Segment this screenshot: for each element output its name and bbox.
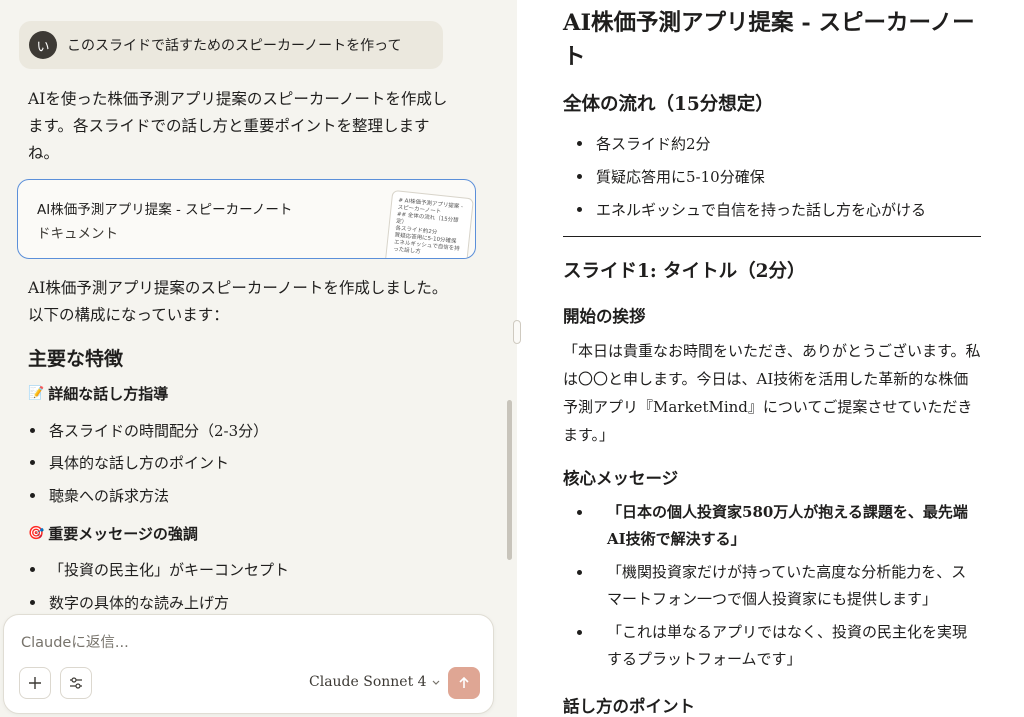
bullet-icon xyxy=(577,510,582,515)
send-button[interactable] xyxy=(448,667,480,699)
assistant-summary: AI株価予測アプリ提案のスピーカーノートを作成しました。以下の構成になっています… xyxy=(28,279,448,324)
list-item: 具体的な話し方のポイント xyxy=(30,452,229,473)
memo-icon: 📝 xyxy=(28,386,45,401)
list-item: 「機関投資家だけが持っていた高度な分析能力を、スマートフォン一つで個人投資家にも… xyxy=(577,559,977,613)
model-name: Claude Sonnet 4 xyxy=(309,674,427,690)
list-item-text: 「機関投資家だけが持っていた高度な分析能力を、スマートフォン一つで個人投資家にも… xyxy=(607,563,967,608)
chat-scrollbar[interactable] xyxy=(507,400,512,560)
bullet-icon xyxy=(577,630,582,635)
assistant-intro: AIを使った株価予測アプリ提案のスピーカーノートを作成します。各スライドでの話し… xyxy=(28,90,448,162)
artifact-title: AI株価予測アプリ提案 - スピーカーノート xyxy=(37,202,293,218)
plus-icon xyxy=(29,677,41,689)
bullet-icon xyxy=(30,600,35,605)
list-item: 各スライドの時間配分（2-3分） xyxy=(30,420,268,441)
feature1-title: 詳細な話し方指導 xyxy=(48,385,169,403)
slide1-heading: スライド1: タイトル（2分） xyxy=(563,261,806,282)
list-item-text: 「これは単なるアプリではなく、投資の民主化を実現するプラットフォームです」 xyxy=(607,623,968,668)
arrow-up-icon xyxy=(459,676,469,688)
bullet-icon xyxy=(577,141,582,146)
target-icon: 🎯 xyxy=(28,526,45,541)
list-item-text: 数字の具体的な読み上げ方 xyxy=(49,594,230,612)
artifact-thumbnail: # AI株価予測アプリ提案 - スピーカーノート ## 全体の流れ（15分想定）… xyxy=(384,189,474,258)
greeting-heading: 開始の挨拶 xyxy=(563,307,646,326)
list-item-text: 聴衆への訴求方法 xyxy=(49,487,170,505)
core-heading: 核心メッセージ xyxy=(563,469,679,488)
bullet-icon xyxy=(577,207,582,212)
list-item-text: 各スライド約2分 xyxy=(596,135,711,153)
bullet-icon xyxy=(30,460,35,465)
panel-resize-handle[interactable] xyxy=(513,320,521,344)
list-item: エネルギッシュで自信を持った話し方を心がける xyxy=(577,199,926,220)
artifact-card[interactable]: AI株価予測アプリ提案 - スピーカーノート ドキュメント # AI株価予測アプ… xyxy=(17,179,476,259)
user-avatar: い xyxy=(29,31,57,59)
chevron-down-icon xyxy=(432,680,440,685)
list-item-text: 質疑応答用に5-10分確保 xyxy=(596,168,765,186)
tips-heading: 話し方のポイント xyxy=(563,697,695,716)
list-item-text: エネルギッシュで自信を持った話し方を心がける xyxy=(596,201,927,219)
bullet-icon xyxy=(30,567,35,572)
bullet-icon xyxy=(577,570,582,575)
chat-panel: い このスライドで話すためのスピーカーノートを作って AIを使った株価予測アプリ… xyxy=(0,0,517,717)
composer: Claude Sonnet 4 xyxy=(3,614,494,714)
bullet-icon xyxy=(30,493,35,498)
list-item-text: 「投資の民主化」がキーコンセプト xyxy=(49,561,290,579)
reply-input[interactable] xyxy=(19,629,463,657)
list-item: 「これは単なるアプリではなく、投資の民主化を実現するプラットフォームです」 xyxy=(577,619,977,673)
list-item: 各スライド約2分 xyxy=(577,133,711,154)
document-panel: AI株価予測アプリ提案 - スピーカーノート 全体の流れ（15分想定） 各スライ… xyxy=(517,0,1024,717)
flow-heading: 全体の流れ（15分想定） xyxy=(563,94,774,115)
list-item-text: 「日本の個人投資家580万人が抱える課題を、最先端AI技術で解決する」 xyxy=(607,503,968,548)
features-heading: 主要な特徴 xyxy=(28,348,124,370)
list-item: 「日本の個人投資家580万人が抱える課題を、最先端AI技術で解決する」 xyxy=(577,499,977,553)
user-message-text: このスライドで話すためのスピーカーノートを作って xyxy=(67,38,402,54)
sliders-icon xyxy=(70,677,82,689)
list-item-text: 具体的な話し方のポイント xyxy=(49,454,230,472)
list-item-text: 各スライドの時間配分（2-3分） xyxy=(49,422,269,440)
greeting-text: 「本日は貴重なお時間をいただき、ありがとうございます。私は〇〇と申します。今日は… xyxy=(563,342,981,444)
divider xyxy=(563,236,981,237)
list-item: 数字の具体的な読み上げ方 xyxy=(30,592,229,613)
bullet-icon xyxy=(577,174,582,179)
list-item: 聴衆への訴求方法 xyxy=(30,485,169,506)
list-item: 「投資の民主化」がキーコンセプト xyxy=(30,559,289,580)
feature1-heading: 📝 詳細な話し方指導 xyxy=(28,383,168,404)
tools-button[interactable] xyxy=(60,667,92,699)
bullet-icon xyxy=(30,428,35,433)
document-title: AI株価予測アプリ提案 - スピーカーノート xyxy=(563,10,975,70)
list-item: 質疑応答用に5-10分確保 xyxy=(577,166,765,187)
artifact-type: ドキュメント xyxy=(37,226,118,242)
user-message: い このスライドで話すためのスピーカーノートを作って xyxy=(19,21,443,69)
feature2-title: 重要メッセージの強調 xyxy=(48,525,198,543)
feature2-heading: 🎯 重要メッセージの強調 xyxy=(28,523,198,544)
add-button[interactable] xyxy=(19,667,51,699)
model-selector[interactable]: Claude Sonnet 4 xyxy=(309,674,441,690)
